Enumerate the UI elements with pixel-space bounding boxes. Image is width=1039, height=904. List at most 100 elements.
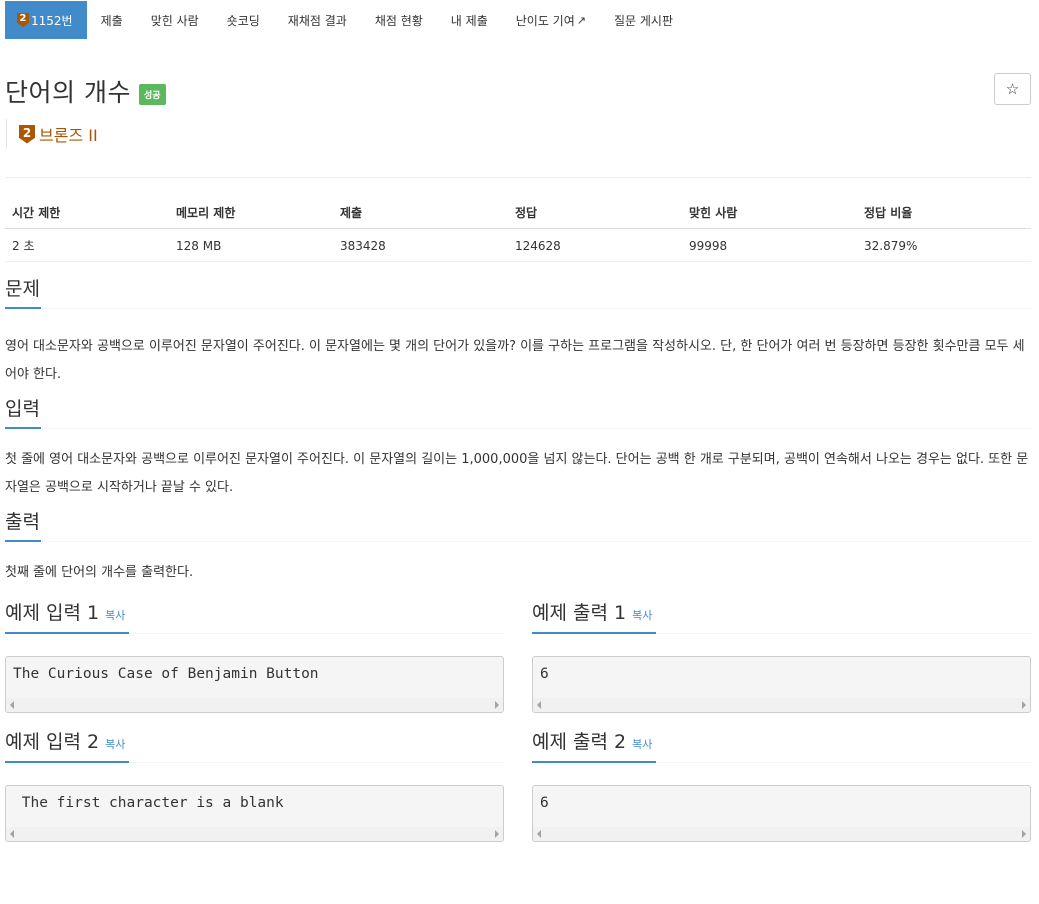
- input-heading: 입력: [5, 398, 40, 420]
- tab-submit[interactable]: 제출: [87, 1, 137, 39]
- sample-input-2-box[interactable]: The first character is a blank: [5, 785, 504, 842]
- accepted-value: 124628: [508, 228, 682, 262]
- description-heading: 문제: [5, 278, 40, 300]
- sample-heading: 예제 출력 1 복사: [532, 600, 1031, 634]
- sample-input-2-code: The first character is a blank: [13, 795, 284, 811]
- section-heading: 입력: [5, 398, 1031, 429]
- scroll-right-icon[interactable]: [495, 701, 499, 709]
- input-section: 입력 첫 줄에 영어 대소문자와 공백으로 이루어진 문자열이 주어진다. 이 …: [5, 398, 1031, 502]
- tab-my-submissions[interactable]: 내 제출: [437, 1, 502, 39]
- header-solved-users: 맞힌 사람: [682, 197, 857, 229]
- copy-button[interactable]: 복사: [105, 609, 125, 622]
- heading-underline: [532, 632, 656, 634]
- horizontal-scrollbar[interactable]: [533, 698, 1030, 712]
- scroll-left-icon[interactable]: [537, 701, 541, 709]
- header-accepted: 정답: [508, 197, 682, 229]
- scrollbar-thumb[interactable]: [547, 830, 1016, 838]
- scroll-right-icon[interactable]: [495, 830, 499, 838]
- problem-nav: 2 1152번 제출 맞힌 사람 숏코딩 재채점 결과 채점 현황 내 제출 난…: [5, 1, 1031, 39]
- tab-label: 난이도 기여: [515, 13, 575, 28]
- sample-input-1-code: The Curious Case of Benjamin Button: [13, 666, 319, 682]
- tab-difficulty-contribution[interactable]: 난이도 기여 ↗: [502, 1, 600, 39]
- description-text: 영어 대소문자와 공백으로 이루어진 문자열이 주어진다. 이 문자열에는 몇 …: [5, 339, 1025, 382]
- sample-input-2: 예제 입력 2 복사 The first character is a blank: [5, 729, 504, 842]
- input-text: 첫 줄에 영어 대소문자와 공백으로 이루어진 문자열이 주어진다. 이 문자열…: [5, 452, 1029, 495]
- copy-button[interactable]: 복사: [632, 738, 652, 751]
- status-badge: 성공: [138, 83, 166, 105]
- sample-output-2-box[interactable]: 6: [532, 785, 1031, 842]
- tab-label: 제출: [100, 13, 123, 28]
- bronze-tier-icon: 2: [19, 124, 35, 144]
- scrollbar-thumb[interactable]: [20, 701, 489, 709]
- scroll-left-icon[interactable]: [537, 830, 541, 838]
- tab-rejudge-results[interactable]: 재채점 결과: [274, 1, 361, 39]
- bronze-tier-icon: 2: [17, 13, 29, 27]
- tier-label[interactable]: 브론즈 II: [39, 122, 98, 146]
- sample-output-1-code: 6: [540, 666, 549, 682]
- header-memory-limit: 메모리 제한: [169, 197, 333, 229]
- sample-input-1-box[interactable]: The Curious Case of Benjamin Button: [5, 656, 504, 713]
- sample-heading: 예제 출력 2 복사: [532, 729, 1031, 763]
- section-heading: 문제: [5, 278, 1031, 309]
- tab-question-board[interactable]: 질문 게시판: [600, 1, 687, 39]
- horizontal-scrollbar[interactable]: [6, 698, 503, 712]
- tab-label: 숏코딩: [226, 13, 260, 28]
- heading-underline: [5, 427, 41, 429]
- heading-underline: [5, 761, 129, 763]
- problem-info-table: 시간 제한 메모리 제한 제출 정답 맞힌 사람 정답 비율 2 초 128 M…: [5, 197, 1031, 262]
- header-time-limit: 시간 제한: [5, 197, 169, 229]
- sample-input-1: 예제 입력 1 복사 The Curious Case of Benjamin B…: [5, 600, 504, 713]
- tab-short-coding[interactable]: 숏코딩: [213, 1, 274, 39]
- accept-ratio-value: 32.879%: [857, 228, 1031, 262]
- sample-input-1-title: 예제 입력 1: [5, 602, 100, 624]
- submissions-value: 383428: [333, 228, 508, 262]
- tab-solved-users[interactable]: 맞힌 사람: [137, 1, 213, 39]
- output-section: 출력 첫째 줄에 단어의 개수를 출력한다.: [5, 511, 1031, 587]
- tab-label: 재채점 결과: [287, 13, 347, 28]
- copy-button[interactable]: 복사: [632, 609, 652, 622]
- sample-input-2-title: 예제 입력 2: [5, 731, 100, 753]
- sample-row-2: 예제 입력 2 복사 The first character is a blank…: [5, 729, 1031, 842]
- scrollbar-thumb[interactable]: [547, 701, 1016, 709]
- problem-page: 2 1152번 제출 맞힌 사람 숏코딩 재채점 결과 채점 현황 내 제출 난…: [0, 1, 1039, 904]
- memory-limit-value: 128 MB: [169, 228, 333, 262]
- scroll-right-icon[interactable]: [1022, 830, 1026, 838]
- header-submissions: 제출: [333, 197, 508, 229]
- tab-label: 맞힌 사람: [150, 13, 199, 28]
- description-section: 문제 영어 대소문자와 공백으로 이루어진 문자열이 주어진다. 이 문자열에는…: [5, 278, 1031, 389]
- scroll-right-icon[interactable]: [1022, 701, 1026, 709]
- horizontal-scrollbar[interactable]: [6, 827, 503, 841]
- sample-output-2-code: 6: [540, 795, 549, 811]
- horizontal-scrollbar[interactable]: [533, 827, 1030, 841]
- tab-problem[interactable]: 2 1152번: [5, 1, 87, 39]
- sample-row-1: 예제 입력 1 복사 The Curious Case of Benjamin B…: [5, 600, 1031, 713]
- sample-output-1-title: 예제 출력 1: [532, 602, 627, 624]
- sample-output-2: 예제 출력 2 복사 6: [532, 729, 1031, 842]
- output-text: 첫째 줄에 단어의 개수를 출력한다.: [5, 565, 194, 580]
- tab-label: 질문 게시판: [613, 13, 673, 28]
- star-icon: ☆: [1005, 80, 1020, 98]
- scroll-left-icon[interactable]: [10, 701, 14, 709]
- tab-label: 1152번: [31, 13, 73, 28]
- copy-button[interactable]: 복사: [105, 738, 125, 751]
- problem-title: 단어의 개수: [5, 78, 131, 107]
- sample-output-1: 예제 출력 1 복사 6: [532, 600, 1031, 713]
- solved-users-value: 99998: [682, 228, 857, 262]
- external-link-icon: ↗: [576, 13, 586, 27]
- divider: [5, 177, 1031, 178]
- problem-header: 단어의 개수 성공 ☆: [5, 73, 1031, 109]
- sample-output-1-box[interactable]: 6: [532, 656, 1031, 713]
- heading-underline: [532, 761, 656, 763]
- scroll-left-icon[interactable]: [10, 830, 14, 838]
- header-accept-ratio: 정답 비율: [857, 197, 1031, 229]
- tab-judge-status[interactable]: 채점 현황: [361, 1, 437, 39]
- favorite-button[interactable]: ☆: [994, 73, 1031, 105]
- time-limit-value: 2 초: [5, 228, 169, 262]
- scrollbar-thumb[interactable]: [20, 830, 489, 838]
- heading-underline: [5, 632, 129, 634]
- problem-tier: 2 브론즈 II: [6, 119, 1031, 149]
- sample-heading: 예제 입력 1 복사: [5, 600, 504, 634]
- table-row: 2 초 128 MB 383428 124628 99998 32.879%: [5, 228, 1031, 262]
- section-heading: 출력: [5, 511, 1031, 542]
- tab-label: 내 제출: [450, 13, 488, 28]
